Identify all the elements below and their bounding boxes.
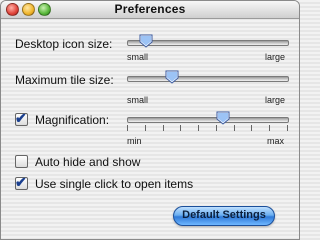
slider-tick: [144, 125, 146, 131]
slider-tick: [198, 125, 200, 131]
magnification-checkbox[interactable]: ✔: [15, 110, 28, 126]
desktop-icon-size-max-label: large: [265, 52, 286, 62]
maximum-tile-size-max-label: large: [265, 95, 286, 105]
magnification-min-label: min: [127, 136, 142, 146]
default-settings-label: Default Settings: [182, 209, 266, 221]
maximum-tile-size-min-label: small: [127, 95, 149, 105]
checkmark-icon: ✔: [15, 110, 27, 126]
maximum-tile-size-slider-thumb[interactable]: [165, 70, 179, 84]
preferences-window: Preferences Desktop icon size: small lar…: [0, 0, 300, 240]
slider-tick: [269, 125, 271, 131]
slider-tick: [233, 125, 235, 131]
magnification-max-label: max: [267, 136, 285, 146]
single-click-checkbox[interactable]: ✔: [15, 174, 28, 190]
slider-tick: [127, 125, 128, 131]
desktop-icon-size-slider-thumb[interactable]: [139, 34, 153, 48]
magnification-slider-track[interactable]: [127, 117, 289, 123]
slider-tick: [251, 125, 253, 131]
checkmark-icon: ✔: [15, 174, 27, 190]
slider-tick: [180, 125, 182, 131]
slider-tick: [215, 125, 217, 131]
maximum-tile-size-label: Maximum tile size:: [15, 73, 114, 87]
slider-tick: [162, 125, 164, 131]
magnification-slider-thumb[interactable]: [216, 111, 230, 125]
auto-hide-label: Auto hide and show: [35, 155, 141, 169]
magnification-slider-ticks: [127, 125, 288, 131]
maximum-tile-size-slider-track[interactable]: [127, 76, 289, 82]
magnification-label: Magnification:: [35, 113, 110, 127]
desktop-icon-size-min-label: small: [127, 52, 149, 62]
window-title: Preferences: [114, 2, 186, 16]
single-click-label: Use single click to open items: [35, 177, 194, 191]
slider-tick: [287, 125, 288, 131]
default-settings-button[interactable]: Default Settings: [173, 206, 275, 226]
desktop-icon-size-label: Desktop icon size:: [15, 37, 113, 51]
auto-hide-checkbox[interactable]: ✔: [15, 155, 28, 168]
title-bar: Preferences: [1, 1, 299, 19]
